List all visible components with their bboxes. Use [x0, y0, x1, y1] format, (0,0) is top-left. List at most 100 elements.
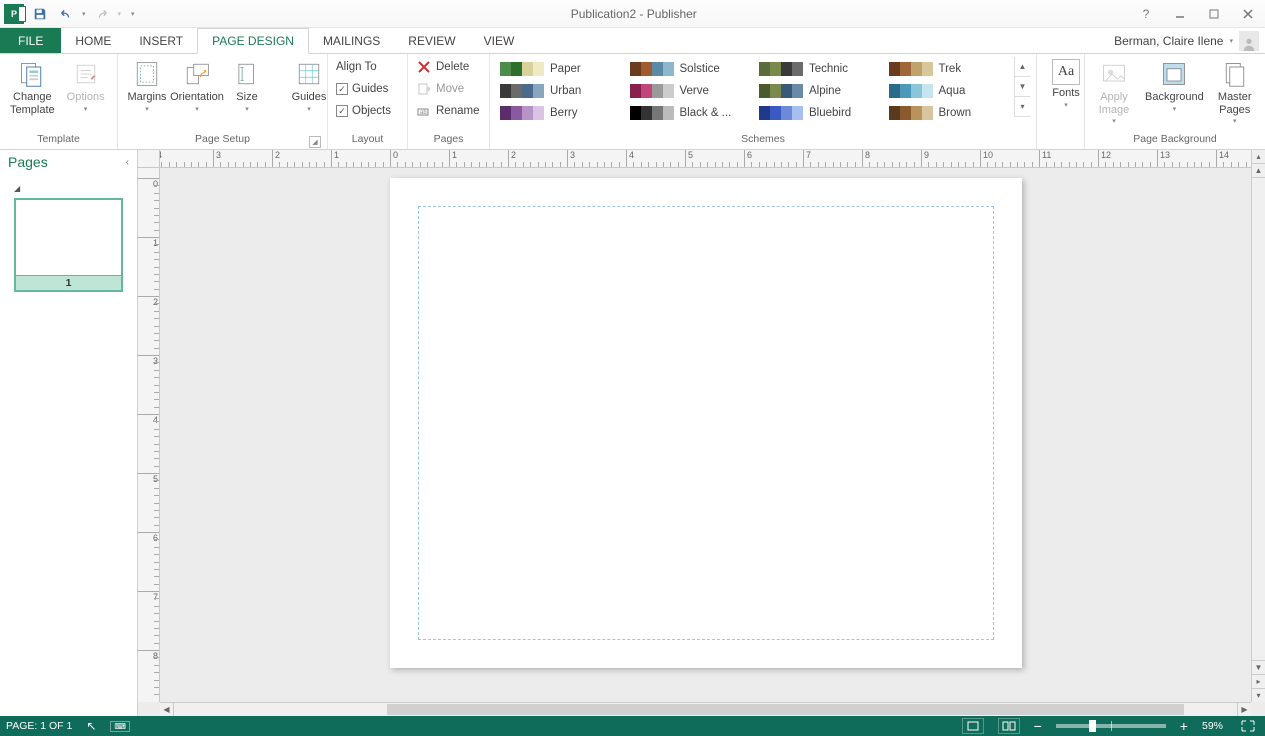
- ribbon: Change Template Options ▾ Template Margi…: [0, 54, 1265, 150]
- redo-button[interactable]: [92, 4, 112, 24]
- page-down-icon[interactable]: ▾: [1252, 688, 1265, 702]
- schemes-expand[interactable]: ▾: [1015, 97, 1030, 117]
- delete-icon: [416, 59, 432, 75]
- move-page-button[interactable]: Move: [414, 79, 481, 99]
- publisher-app-icon[interactable]: P: [4, 4, 24, 24]
- scroll-right-icon[interactable]: ▶: [1237, 703, 1251, 716]
- tab-view[interactable]: VIEW: [470, 28, 529, 53]
- user-avatar[interactable]: [1239, 31, 1259, 51]
- size-icon: [232, 59, 262, 89]
- scheme-label: Berry: [550, 107, 577, 119]
- delete-page-button[interactable]: Delete: [414, 57, 481, 77]
- zoom-slider[interactable]: [1056, 724, 1166, 728]
- user-dropdown-icon[interactable]: ▾: [1229, 37, 1233, 45]
- size-button[interactable]: Size▾: [224, 57, 270, 116]
- schemes-gallery[interactable]: Paper Solstice Technic Trek Urban Verve Alpine…: [496, 57, 1010, 125]
- scheme-item[interactable]: Trek: [889, 59, 1007, 79]
- scheme-item[interactable]: Berry: [500, 103, 618, 123]
- horizontal-scrollbar[interactable]: ◀ ▶: [160, 702, 1251, 716]
- scheme-item[interactable]: Technic: [759, 59, 877, 79]
- titlebar: P ▾ ▾ ▾ Publication2 - Publisher ?: [0, 0, 1265, 28]
- zoom-in-button[interactable]: +: [1180, 718, 1188, 734]
- user-name[interactable]: Berman, Claire Ilene: [1114, 34, 1223, 48]
- maximize-button[interactable]: [1201, 4, 1227, 24]
- redo-dropdown-icon[interactable]: ▾: [118, 10, 122, 18]
- schemes-scroll-up[interactable]: ▲: [1015, 57, 1030, 77]
- tab-page-design[interactable]: PAGE DESIGN: [197, 28, 309, 54]
- scheme-item[interactable]: Urban: [500, 81, 618, 101]
- canvas-area: 43210123456789101112131415 0123456789 ▴ …: [138, 150, 1265, 716]
- pages-tree-toggle[interactable]: ◢: [14, 184, 20, 193]
- page-thumbnail[interactable]: 1: [14, 198, 123, 292]
- background-button[interactable]: Background▾: [1141, 57, 1208, 116]
- scroll-left-icon[interactable]: ◀: [160, 703, 174, 716]
- pointer-icon: ↖: [86, 719, 96, 733]
- minimize-button[interactable]: [1167, 4, 1193, 24]
- close-button[interactable]: [1235, 4, 1261, 24]
- apply-image-button: Apply Image▾: [1091, 57, 1137, 128]
- schemes-scroll: ▲ ▼ ▾: [1014, 57, 1030, 117]
- zoom-out-button[interactable]: −: [1034, 718, 1042, 734]
- scheme-item[interactable]: Black & ...: [630, 103, 748, 123]
- zoom-level[interactable]: 59%: [1202, 720, 1223, 732]
- margins-icon: [132, 59, 162, 89]
- fonts-button[interactable]: Aa Fonts▾: [1043, 57, 1089, 112]
- scheme-label: Solstice: [680, 63, 720, 75]
- help-button[interactable]: ?: [1133, 4, 1159, 24]
- vertical-ruler[interactable]: 0123456789: [138, 168, 160, 702]
- group-label-page-setup: Page Setup◢: [124, 133, 321, 149]
- tab-file[interactable]: FILE: [0, 28, 61, 53]
- pages-panel-collapse[interactable]: ‹: [126, 157, 129, 168]
- scheme-item[interactable]: Brown: [889, 103, 1007, 123]
- scheme-label: Black & ...: [680, 107, 732, 119]
- rename-page-button[interactable]: abRename: [414, 101, 481, 121]
- scheme-item[interactable]: Bluebird: [759, 103, 877, 123]
- page-up-icon[interactable]: ▴: [1252, 150, 1265, 164]
- orientation-button[interactable]: Orientation▾: [174, 57, 220, 116]
- tab-review[interactable]: REVIEW: [394, 28, 469, 53]
- tab-mailings[interactable]: MAILINGS: [309, 28, 394, 53]
- scroll-down-icon[interactable]: ▼: [1252, 660, 1265, 674]
- scheme-item[interactable]: Paper: [500, 59, 618, 79]
- undo-dropdown-icon[interactable]: ▾: [82, 10, 86, 18]
- scheme-item[interactable]: Solstice: [630, 59, 748, 79]
- master-pages-icon: [1220, 59, 1250, 89]
- master-pages-button[interactable]: Master Pages▾: [1212, 57, 1258, 128]
- change-template-button[interactable]: Change Template: [6, 57, 59, 118]
- objects-checkbox[interactable]: ✓Objects: [334, 101, 393, 121]
- view-single-button[interactable]: [962, 718, 984, 734]
- page-setup-dialog-launcher[interactable]: ◢: [309, 136, 321, 148]
- scheme-item[interactable]: Aqua: [889, 81, 1007, 101]
- status-page[interactable]: PAGE: 1 OF 1: [6, 720, 72, 732]
- quick-access-toolbar: P ▾ ▾ ▾: [4, 4, 135, 24]
- scheme-item[interactable]: Verve: [630, 81, 748, 101]
- schemes-scroll-down[interactable]: ▼: [1015, 77, 1030, 97]
- tab-insert[interactable]: INSERT: [125, 28, 197, 53]
- vertical-scrollbar[interactable]: ▴ ▲ ▼ ▸ ▾: [1251, 150, 1265, 702]
- page-next-icon[interactable]: ▸: [1252, 674, 1265, 688]
- scroll-up-icon[interactable]: ▲: [1252, 164, 1265, 178]
- tab-home[interactable]: HOME: [61, 28, 125, 53]
- group-label-schemes: Schemes: [496, 133, 1030, 149]
- apply-image-icon: [1099, 59, 1129, 89]
- undo-button[interactable]: [56, 4, 76, 24]
- save-button[interactable]: [30, 4, 50, 24]
- group-label-layout: Layout: [334, 133, 401, 149]
- horizontal-ruler[interactable]: 43210123456789101112131415: [160, 150, 1251, 168]
- fit-page-button[interactable]: [1237, 718, 1259, 734]
- scheme-item[interactable]: Alpine: [759, 81, 877, 101]
- scheme-label: Trek: [939, 63, 962, 75]
- margins-button[interactable]: Margins▾: [124, 57, 170, 116]
- page[interactable]: [390, 178, 1022, 668]
- orientation-icon: [182, 59, 212, 89]
- pages-panel: Pages ‹ ◢ 1: [0, 150, 138, 716]
- guides-checkbox[interactable]: ✓Guides: [334, 79, 393, 99]
- hscroll-thumb[interactable]: [387, 704, 1184, 715]
- view-two-page-button[interactable]: [998, 718, 1020, 734]
- window-controls: ?: [1133, 4, 1261, 24]
- ruler-corner[interactable]: [138, 150, 160, 168]
- background-icon: [1159, 59, 1189, 89]
- guides-button[interactable]: Guides▾: [286, 57, 332, 116]
- page-surface[interactable]: [160, 168, 1251, 702]
- scheme-label: Urban: [550, 85, 581, 97]
